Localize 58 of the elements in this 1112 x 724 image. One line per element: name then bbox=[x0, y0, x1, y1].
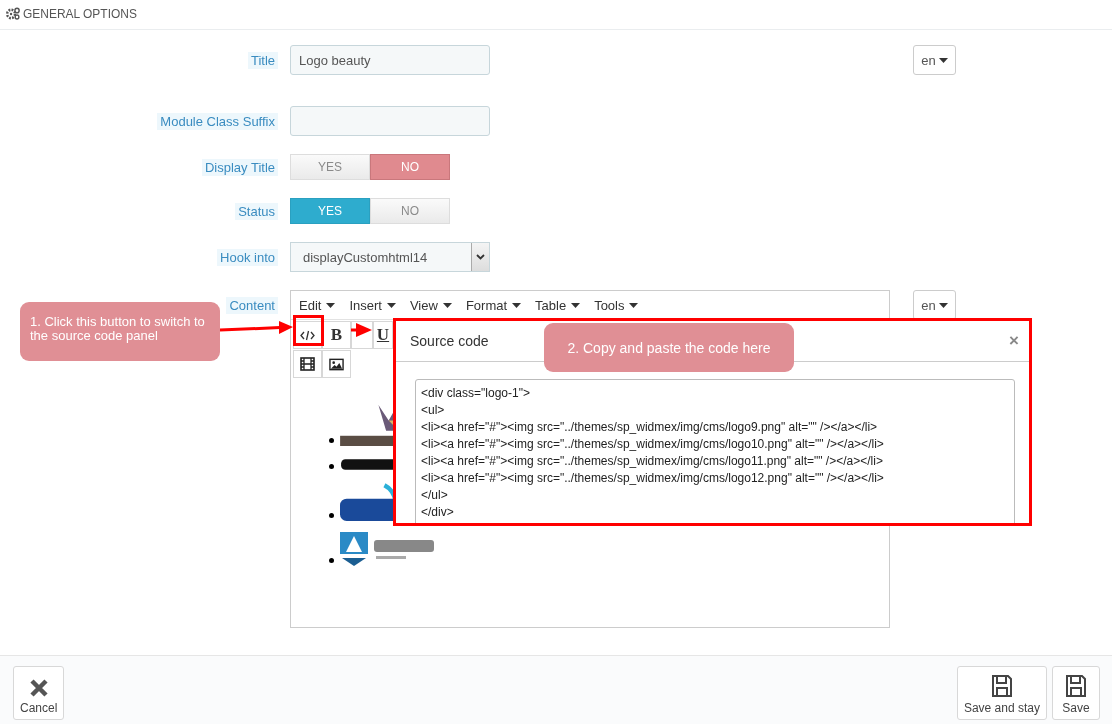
code-line: <li><a href="#"><img src="../themes/sp_widmex/img/cms/logo12.png" alt="" /></a></li> bbox=[421, 470, 885, 487]
caret-icon bbox=[629, 302, 639, 308]
cancel-button[interactable]: Cancel bbox=[13, 666, 65, 720]
code-line: <li><a href="#"><img src="../themes/sp_widmex/img/cms/logo10.png" alt="" /></a></li> bbox=[421, 436, 885, 453]
gears-icon bbox=[5, 7, 21, 20]
menu-item[interactable]: Format bbox=[465, 297, 522, 313]
menu-item[interactable]: Edit bbox=[299, 297, 336, 313]
bullet-icon bbox=[329, 558, 334, 563]
image-button[interactable] bbox=[322, 350, 351, 378]
code-line: <li><a href="#"><img src="../themes/sp_widmex/img/cms/logo11.png" alt="" /></a></li> bbox=[421, 453, 884, 470]
film-button[interactable] bbox=[293, 350, 322, 378]
field-label: Content bbox=[226, 297, 278, 314]
image-icon bbox=[329, 357, 344, 371]
code-line: <div class="logo-1"> bbox=[421, 385, 531, 402]
menu-item[interactable]: Insert bbox=[349, 297, 396, 313]
text-field[interactable]: Logo beauty bbox=[290, 45, 490, 75]
code-line: </ul> bbox=[421, 487, 449, 504]
field-label: Status bbox=[235, 202, 278, 220]
arrow bbox=[351, 323, 372, 337]
callout-note: 2. Copy and paste the code here bbox=[544, 323, 794, 372]
menu-item[interactable]: Tools bbox=[594, 297, 639, 313]
caret-icon bbox=[442, 302, 452, 308]
language-dropdown[interactable]: en bbox=[913, 290, 956, 320]
field-label: Hook into bbox=[217, 248, 278, 266]
caret-icon bbox=[386, 302, 396, 308]
format-button[interactable]: U bbox=[373, 321, 393, 349]
menu-item[interactable]: View bbox=[409, 297, 452, 313]
bullet-icon bbox=[329, 513, 334, 518]
field-label: Title bbox=[247, 51, 278, 69]
language-dropdown[interactable]: en bbox=[913, 45, 956, 75]
caret-icon bbox=[938, 302, 948, 308]
film-icon bbox=[300, 357, 315, 371]
caret-icon bbox=[571, 302, 581, 308]
caret-icon bbox=[938, 57, 948, 63]
code-textarea[interactable] bbox=[415, 379, 1015, 523]
close-button[interactable]: × bbox=[1009, 331, 1019, 351]
bullet-icon bbox=[329, 464, 334, 469]
format-button[interactable]: B bbox=[322, 321, 351, 349]
code-line: <ul> bbox=[421, 402, 446, 419]
menu-item[interactable]: Table bbox=[535, 297, 581, 313]
caret-icon bbox=[326, 302, 336, 308]
save-button[interactable]: Save bbox=[1052, 666, 1100, 720]
highlight-box bbox=[293, 315, 324, 346]
code-line: <li><a href="#"><img src="../themes/sp_widmex/img/cms/logo9.png" alt="" /></a></li> bbox=[421, 419, 879, 436]
code-icon bbox=[300, 329, 315, 341]
callout-note: 1. Click this button to switch to the source code panel bbox=[20, 302, 220, 361]
caret-icon bbox=[512, 302, 522, 308]
code-line: </div> bbox=[421, 504, 455, 521]
dialog-title: Source code bbox=[410, 333, 489, 349]
bullet-icon bbox=[329, 438, 334, 443]
chevron-down-icon bbox=[476, 254, 485, 260]
select-field[interactable]: displayCustomhtml14 bbox=[290, 242, 490, 272]
save-button[interactable]: Save and stay bbox=[956, 666, 1047, 720]
field-label: Display Title bbox=[201, 158, 278, 176]
section-title: GENERAL OPTIONS bbox=[23, 6, 137, 21]
field-label: Module Class Suffix bbox=[157, 112, 278, 130]
close-icon bbox=[28, 678, 49, 698]
text-field[interactable] bbox=[290, 106, 490, 136]
